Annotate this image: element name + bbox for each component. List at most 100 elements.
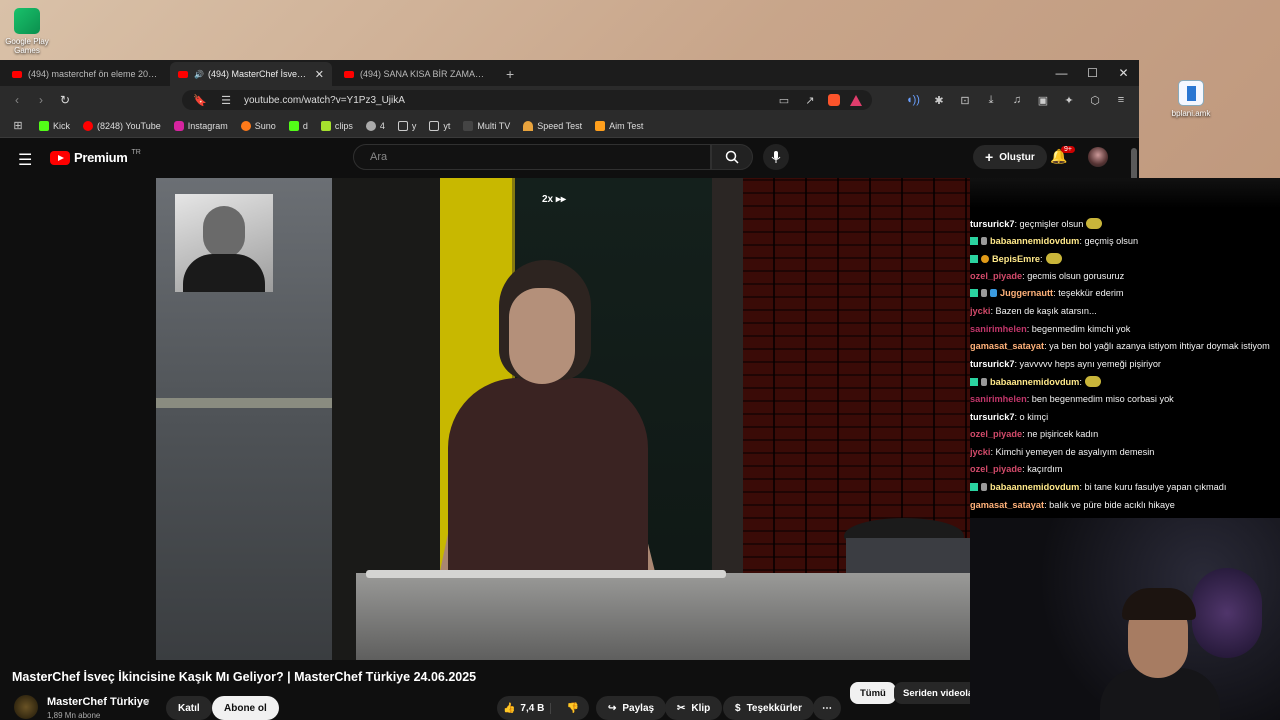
chat-username[interactable]: gamasat_satayat bbox=[970, 500, 1044, 510]
speed-value: 2x bbox=[542, 194, 554, 205]
bookmark-folder-y[interactable]: y bbox=[397, 120, 416, 131]
minimize-button[interactable]: — bbox=[1046, 60, 1077, 86]
thanks-button[interactable]: $ Teşekkürler bbox=[723, 696, 814, 720]
clips-icon bbox=[320, 120, 331, 131]
chat-username[interactable]: babaannemidovdum bbox=[990, 482, 1079, 492]
bookmark-folder-yt[interactable]: yt bbox=[429, 120, 450, 131]
stream-chat-overlay: tursurick7: geçmişler olsun babaannemidov… bbox=[970, 178, 1280, 518]
bookmark-youtube[interactable]: (8248) YouTube bbox=[83, 120, 161, 131]
voice-search-button[interactable] bbox=[763, 144, 789, 170]
bookmark-multi-tv[interactable]: Multi TV bbox=[463, 120, 510, 131]
search-button[interactable] bbox=[711, 144, 753, 170]
chat-message: BepisEmre: bbox=[970, 253, 1062, 265]
vpn-icon[interactable]: ⬡ bbox=[1087, 94, 1103, 107]
tab-masterchef-on-eleme[interactable]: (494) masterchef ön eleme 2025 - Yo bbox=[4, 62, 166, 86]
new-tab-button[interactable]: + bbox=[506, 66, 514, 82]
chat-username[interactable]: tursurick7 bbox=[970, 412, 1014, 422]
video-player[interactable]: 2x ▸▸ bbox=[156, 178, 970, 660]
chat-username[interactable]: babaannemidovdum bbox=[990, 236, 1079, 246]
chat-message: tursurick7: yavvvvv heps aynı yemeği piş… bbox=[970, 359, 1161, 369]
music-icon[interactable]: ♫ bbox=[1009, 94, 1025, 106]
bookmark-4[interactable]: 4 bbox=[365, 120, 385, 131]
brave-rewards-icon[interactable] bbox=[850, 94, 862, 106]
bookmark-instagram[interactable]: Instagram bbox=[173, 120, 228, 131]
dislike-button[interactable]: 👎 bbox=[557, 703, 589, 714]
address-bar[interactable]: 🔖 ☰ youtube.com/watch?v=Y1Pz3_UjikA ▭ ↗ bbox=[182, 90, 872, 110]
chat-username[interactable]: ozel_piyade bbox=[970, 429, 1022, 439]
back-button[interactable]: ‹ bbox=[10, 93, 24, 107]
bookmark-clips[interactable]: clips bbox=[320, 120, 353, 131]
clip-button[interactable]: ✂ Klip bbox=[665, 696, 723, 720]
leo-ai-icon[interactable]: ✦ bbox=[1061, 94, 1077, 107]
share-icon[interactable]: ↗ bbox=[802, 94, 818, 107]
bookmark-suno[interactable]: Suno bbox=[240, 120, 276, 131]
tab-sana-kisa[interactable]: (494) SANA KISA BİR ZAMAN VERİYO bbox=[336, 62, 498, 86]
wallet-icon[interactable]: ▣ bbox=[1035, 94, 1051, 107]
menu-icon[interactable]: ≡ bbox=[1113, 94, 1129, 106]
close-tab-icon[interactable]: ✕ bbox=[315, 68, 324, 81]
chat-message: tursurick7: geçmişler olsun bbox=[970, 218, 1103, 229]
create-button[interactable]: + Oluştur bbox=[973, 145, 1047, 169]
tab-masterchef-isvec[interactable]: 🔊 (494) MasterChef İsveç İkincis ✕ bbox=[170, 62, 332, 86]
screenshot-icon[interactable]: ⊡ bbox=[957, 94, 973, 107]
channel-name[interactable]: MasterChef Türkiye bbox=[47, 696, 149, 708]
downloads-icon[interactable]: ⤓ bbox=[983, 94, 999, 107]
bplani-shortcut[interactable]: bplani.amk bbox=[1164, 80, 1218, 118]
reload-button[interactable]: ↻ bbox=[58, 93, 72, 107]
chat-username[interactable]: ozel_piyade bbox=[970, 464, 1022, 474]
join-button[interactable]: Katıl bbox=[166, 696, 212, 720]
bookmark-aim-test[interactable]: Aim Test bbox=[595, 120, 643, 131]
chat-username[interactable]: jycki bbox=[970, 306, 990, 316]
speaker-icon[interactable]: 🔊 bbox=[194, 70, 204, 79]
google-play-games-shortcut[interactable]: Google Play Games bbox=[0, 8, 54, 55]
bookmark-icon[interactable]: 🔖 bbox=[192, 94, 208, 107]
site-info-icon[interactable]: ☰ bbox=[218, 94, 234, 107]
video-scene-rail bbox=[366, 570, 726, 578]
cast-icon[interactable]: ▭ bbox=[776, 94, 792, 107]
subscribe-button[interactable]: Abone ol bbox=[212, 696, 279, 720]
brave-shields-icon[interactable] bbox=[828, 94, 840, 106]
extensions-icon[interactable]: ✱ bbox=[931, 94, 947, 107]
chat-username[interactable]: gamasat_satayat bbox=[970, 341, 1044, 351]
bookmark-label: (8248) YouTube bbox=[97, 120, 161, 131]
shield-badge-icon bbox=[990, 289, 997, 298]
chat-username[interactable]: sanirimhelen bbox=[970, 324, 1027, 334]
url-text[interactable]: youtube.com/watch?v=Y1Pz3_UjikA bbox=[244, 95, 766, 106]
sword-badge-icon bbox=[981, 289, 987, 298]
bookmark-kick[interactable]: Kick bbox=[39, 120, 70, 131]
clip-label: Klip bbox=[691, 702, 711, 714]
thanks-label: Teşekkürler bbox=[746, 702, 802, 714]
more-actions-button[interactable]: ⋯ bbox=[813, 696, 841, 720]
chat-username[interactable]: tursurick7 bbox=[970, 219, 1014, 229]
share-button[interactable]: ↪ Paylaş bbox=[596, 696, 667, 720]
tv-icon bbox=[463, 120, 474, 131]
chat-username[interactable]: tursurick7 bbox=[970, 359, 1014, 369]
chat-username[interactable]: BepisEmre bbox=[992, 254, 1040, 264]
photo-person-suit bbox=[183, 254, 265, 292]
like-button[interactable]: 👍 7,4 B bbox=[497, 702, 552, 714]
chip-all[interactable]: Tümü bbox=[850, 682, 896, 704]
bookmark-label: Instagram bbox=[187, 120, 228, 131]
chat-username[interactable]: babaannemidovdum bbox=[990, 377, 1079, 387]
hamburger-menu-icon[interactable]: ☰ bbox=[18, 150, 32, 170]
chat-username[interactable]: sanirimhelen bbox=[970, 394, 1027, 404]
super-thanks-icon: $ bbox=[735, 702, 741, 714]
create-label: Oluştur bbox=[999, 151, 1035, 163]
chat-username[interactable]: Juggernautt bbox=[1000, 288, 1053, 298]
channel-avatar[interactable] bbox=[14, 695, 38, 719]
chat-username[interactable]: jycki bbox=[970, 447, 990, 457]
youtube-premium-logo[interactable]: Premium TR bbox=[50, 149, 141, 165]
chip-series-videos[interactable]: Seriden videolar bbox=[894, 682, 970, 704]
chat-message: ozel_piyade: kaçırdım bbox=[970, 464, 1062, 474]
chat-username[interactable]: ozel_piyade bbox=[970, 271, 1022, 281]
forward-button[interactable]: › bbox=[34, 93, 48, 107]
bookmark-d[interactable]: d bbox=[288, 120, 308, 131]
media-playing-icon[interactable]: ◖)) bbox=[905, 94, 921, 106]
maximize-button[interactable]: ☐ bbox=[1077, 60, 1108, 86]
search-input[interactable]: Ara bbox=[353, 144, 711, 170]
bookmark-speed-test[interactable]: Speed Test bbox=[523, 120, 582, 131]
apps-grid-icon[interactable]: ⊞ bbox=[10, 119, 26, 132]
close-window-button[interactable]: ✕ bbox=[1108, 60, 1139, 86]
account-avatar[interactable] bbox=[1088, 147, 1108, 167]
sword-badge-icon bbox=[981, 483, 987, 491]
